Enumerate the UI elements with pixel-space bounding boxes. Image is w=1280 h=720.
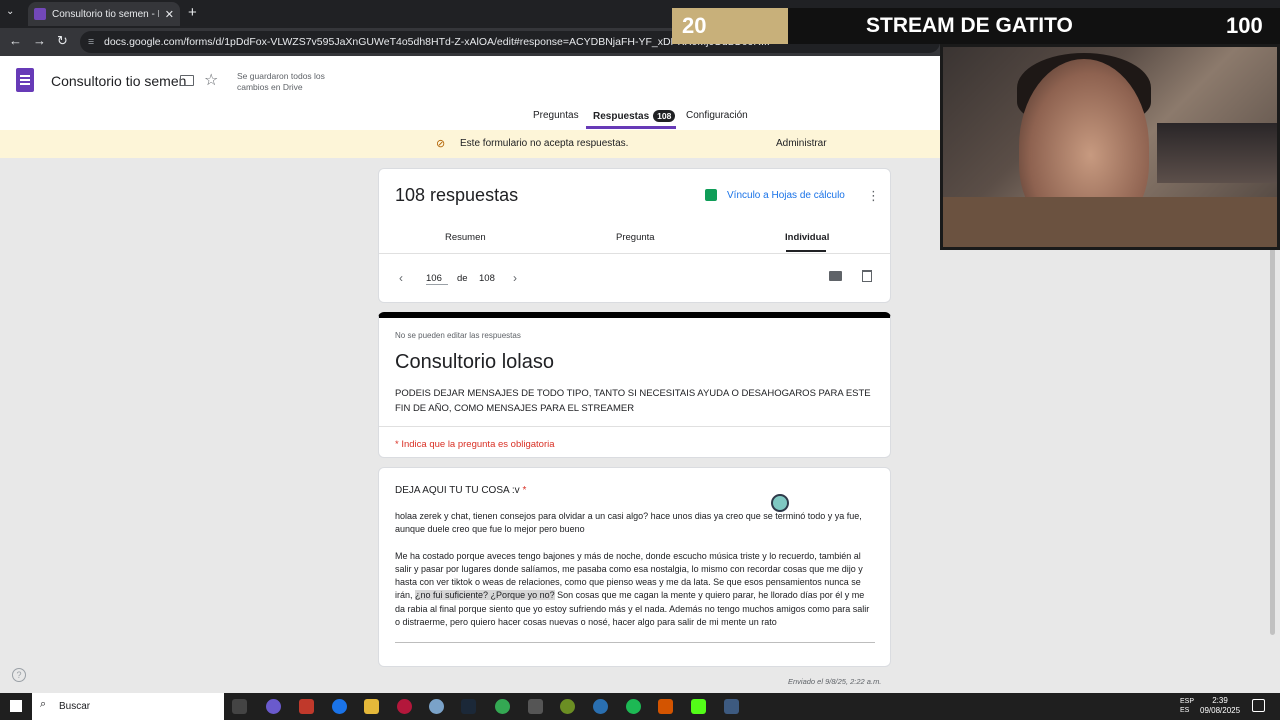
divider — [379, 426, 890, 427]
language-indicator[interactable]: ESP ES — [1180, 697, 1194, 715]
answer-paragraph: holaa zerek y chat, tienen consejos para… — [395, 511, 862, 535]
app-icon[interactable] — [658, 699, 673, 714]
total-responses: 108 — [479, 273, 495, 284]
question-card: DEJA AQUI TU TU COSA :v * holaa zerek y … — [378, 467, 891, 667]
stream-title: STREAM DE GATITO — [866, 14, 1073, 37]
active-tab-indicator — [586, 126, 676, 129]
steam-icon[interactable] — [461, 699, 476, 714]
app-icon[interactable] — [266, 699, 281, 714]
taskbar-search[interactable]: ⌕ Buscar — [32, 693, 224, 720]
tab-respuestas[interactable]: Respuestas 108 — [593, 110, 676, 122]
tab-preguntas[interactable]: Preguntas — [533, 110, 579, 121]
answer-paragraph: Me ha costado porque aveces tengo bajone… — [395, 550, 875, 630]
question-text: DEJA AQUI TU TU COSA :v — [395, 485, 520, 496]
current-response-input[interactable]: 106 — [426, 273, 448, 285]
kick-icon[interactable] — [691, 699, 706, 714]
reload-icon[interactable]: ↻ — [57, 33, 68, 49]
folder-icon[interactable] — [180, 75, 194, 86]
stream-goal-current: 20 — [682, 13, 707, 38]
next-response-icon[interactable]: › — [513, 271, 517, 285]
answer-text: holaa zerek y chat, tienen consejos para… — [395, 510, 875, 642]
task-view-icon[interactable] — [232, 699, 247, 714]
no-edit-notice: No se pueden editar las respuestas — [395, 331, 521, 340]
forms-logo-icon[interactable] — [16, 68, 34, 92]
manage-button[interactable]: Administrar — [776, 138, 827, 149]
windows-start-icon[interactable] — [10, 700, 22, 712]
background-shelf — [1157, 123, 1277, 183]
link-to-sheets-button[interactable]: Vínculo a Hojas de cálculo — [727, 190, 845, 201]
previous-response-icon[interactable]: ‹ — [399, 271, 403, 285]
clock[interactable]: 2:39 09/08/2025 — [1200, 696, 1240, 716]
language-code: ESP — [1180, 698, 1195, 705]
subtab-individual[interactable]: Individual — [785, 232, 829, 243]
forward-icon[interactable]: → — [33, 33, 46, 48]
subtab-pregunta[interactable]: Pregunta — [616, 232, 655, 243]
star-icon[interactable]: ☆ — [204, 70, 218, 90]
tab-respuestas-label: Respuestas — [593, 111, 650, 122]
print-icon[interactable] — [829, 271, 842, 281]
sheets-icon[interactable] — [705, 189, 717, 201]
responses-title: 108 respuestas — [395, 185, 519, 205]
site-info-icon[interactable]: ≡ — [88, 31, 94, 53]
new-tab-icon[interactable]: + — [188, 4, 197, 21]
highlighted-text: ¿no fui suficiente? ¿Porque yo no? — [415, 590, 555, 601]
clock-time: 2:39 — [1212, 696, 1228, 705]
url-text: docs.google.com/forms/d/1pDdFox-VLWZS7v5… — [104, 36, 770, 48]
clock-date: 09/08/2025 — [1200, 706, 1241, 715]
form-document-title[interactable]: Consultorio tio semen — [51, 73, 186, 89]
required-asterisk: * — [522, 485, 527, 496]
form-info-card: No se pueden editar las respuestas Consu… — [378, 312, 891, 458]
no-responses-icon: ⊘ — [436, 138, 446, 150]
back-icon[interactable]: ← — [9, 33, 22, 48]
app-icon[interactable] — [528, 699, 543, 714]
form-title: Consultorio lolaso — [395, 351, 554, 373]
help-icon[interactable]: ? — [12, 668, 26, 682]
submitted-timestamp: Enviado el 9/8/25, 2:22 a.m. — [788, 677, 882, 686]
pager-separator: de — [457, 273, 468, 284]
opera-icon[interactable] — [397, 699, 412, 714]
windows-taskbar: ⌕ Buscar ESP ES 2:39 09/08/2025 — [0, 693, 1280, 720]
stream-goal-target: 100 — [1226, 13, 1263, 38]
subtab-resumen[interactable]: Resumen — [445, 232, 486, 243]
notifications-icon[interactable] — [1252, 699, 1265, 712]
stream-overlay-bar: 20 STREAM DE GATITO 100 — [672, 8, 1280, 44]
tab-configuracion[interactable]: Configuración — [686, 110, 748, 121]
save-status: Se guardaron todos los cambios en Drive — [237, 71, 325, 92]
more-options-icon[interactable]: ⋮ — [867, 188, 880, 204]
browser-tab[interactable]: Consultorio tio semen - Formula ✕ — [28, 2, 180, 26]
search-icon: ⌕ — [40, 698, 47, 710]
banner-text: Este formulario no acepta respuestas. — [460, 138, 629, 149]
calculator-icon[interactable] — [724, 699, 739, 714]
keyboard-code: ES — [1180, 707, 1190, 714]
required-note: * Indica que la pregunta es obligatoria — [395, 439, 555, 450]
taskbar-search-placeholder: Buscar — [59, 701, 91, 712]
form-description: PODEIS DEJAR MENSAJES DE TODO TIPO, TANT… — [395, 388, 871, 414]
tab-list-chevron-icon[interactable]: ⌄ — [6, 6, 14, 17]
webcam-feed — [940, 44, 1280, 250]
app-icon[interactable] — [593, 699, 608, 714]
close-tab-icon[interactable]: ✕ — [165, 8, 174, 21]
divider — [379, 253, 890, 254]
spotify-icon[interactable] — [626, 699, 641, 714]
delete-icon[interactable] — [862, 270, 872, 282]
chrome-icon[interactable] — [495, 699, 510, 714]
answer-underline — [395, 642, 875, 643]
browser-tab-title: Consultorio tio semen - Formula — [52, 8, 159, 20]
active-subtab-indicator — [786, 250, 826, 252]
app-icon[interactable] — [299, 699, 314, 714]
app-icon[interactable] — [429, 699, 444, 714]
app-icon[interactable] — [560, 699, 575, 714]
responses-card: 108 respuestas Vínculo a Hojas de cálcul… — [378, 168, 891, 303]
responses-count-badge: 108 — [653, 110, 676, 122]
streamer-shirt — [943, 197, 1277, 247]
file-explorer-icon[interactable] — [364, 699, 379, 714]
forms-favicon-icon — [34, 8, 46, 20]
edge-icon[interactable] — [332, 699, 347, 714]
question-label: DEJA AQUI TU TU COSA :v * — [395, 485, 526, 496]
